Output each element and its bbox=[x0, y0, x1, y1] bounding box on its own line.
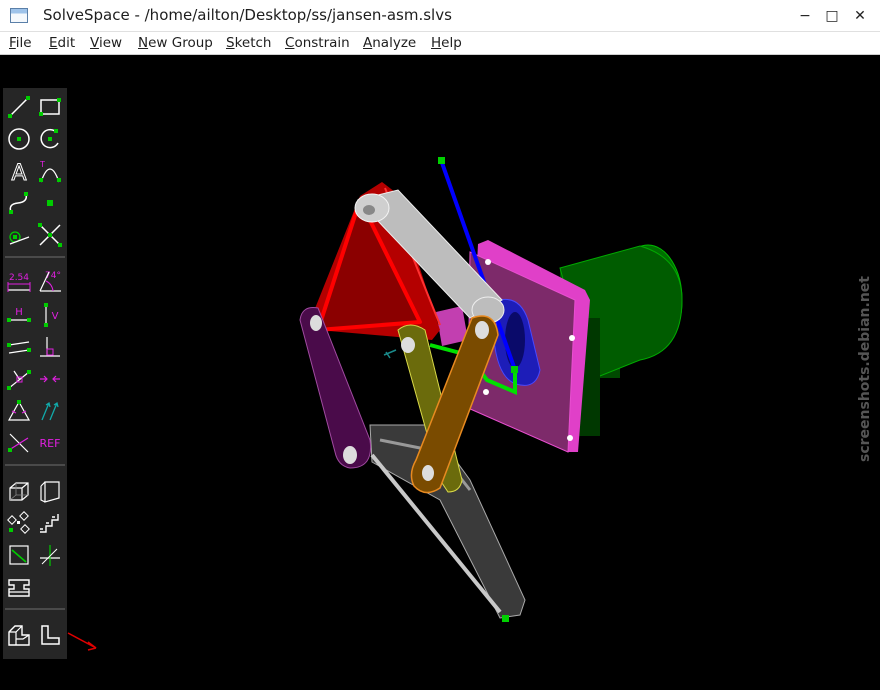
horizontal-icon: H bbox=[7, 307, 31, 322]
rectangle-icon bbox=[39, 98, 61, 116]
svg-text:V: V bbox=[52, 311, 59, 322]
axis-rotate-tool[interactable] bbox=[37, 542, 63, 568]
tool-palette: A T 2.54 74° H V REF bbox=[3, 88, 67, 659]
menu-sketch[interactable]: Sketch bbox=[226, 35, 272, 51]
step-rotating-tool[interactable] bbox=[6, 510, 32, 536]
graphics-viewport[interactable] bbox=[1, 56, 879, 690]
perpendicular-icon bbox=[40, 337, 60, 357]
toolbar-separator bbox=[5, 464, 65, 466]
svg-text:H: H bbox=[15, 307, 23, 318]
menu-bar: File Edit View New Group Sketch Constrai… bbox=[0, 32, 880, 55]
arc-tool[interactable] bbox=[37, 126, 63, 152]
parallel-constraint-tool[interactable] bbox=[6, 334, 32, 360]
menu-new-group[interactable]: New Group bbox=[138, 35, 213, 51]
arc-icon bbox=[40, 128, 59, 149]
link-assembly-tool[interactable] bbox=[6, 574, 32, 600]
line-segment-tool[interactable] bbox=[6, 94, 32, 120]
sketch-profile-tool[interactable] bbox=[37, 622, 63, 648]
axis-indicator-arrow bbox=[67, 632, 97, 651]
axis-icon bbox=[40, 545, 60, 566]
maximize-button[interactable]: □ bbox=[822, 6, 842, 26]
crank-point bbox=[511, 366, 518, 373]
sketch-3d-tool[interactable] bbox=[6, 478, 32, 504]
watermark: screenshots.debian.net bbox=[854, 230, 880, 470]
title-bar: SolveSpace - /home/ailton/Desktop/ss/jan… bbox=[0, 0, 880, 32]
horizontal-constraint-tool[interactable]: H bbox=[6, 302, 32, 328]
svg-text:screenshots.debian.net: screenshots.debian.net bbox=[857, 276, 873, 462]
split-curves-tool[interactable] bbox=[37, 222, 63, 248]
point-icon bbox=[47, 200, 53, 206]
dimension-icon: 2.54 bbox=[7, 273, 31, 292]
extrude-icon bbox=[8, 625, 30, 646]
rectangle-tool[interactable] bbox=[37, 94, 63, 120]
text-curve-tool[interactable]: T bbox=[37, 158, 63, 184]
step-translating-tool[interactable] bbox=[37, 510, 63, 536]
svg-text:2.54: 2.54 bbox=[9, 273, 29, 283]
cube-icon bbox=[9, 482, 29, 501]
on-point-constraint-tool[interactable] bbox=[6, 366, 32, 392]
window-title: SolveSpace - /home/ailton/Desktop/ss/jan… bbox=[43, 6, 452, 24]
reference-toggle-tool[interactable]: REF bbox=[37, 430, 63, 456]
circle-icon bbox=[8, 128, 30, 150]
text-icon: A bbox=[11, 161, 27, 185]
text-curve-icon: T bbox=[39, 160, 61, 183]
menu-edit[interactable]: Edit bbox=[49, 35, 75, 51]
parallel-tangent-tool[interactable] bbox=[37, 398, 63, 424]
vertical-constraint-tool[interactable]: V bbox=[37, 302, 63, 328]
point-tool[interactable] bbox=[37, 190, 63, 216]
other-angle-tool[interactable] bbox=[6, 430, 32, 456]
spline-icon bbox=[9, 192, 28, 214]
extrude-tool[interactable] bbox=[6, 622, 32, 648]
trace-mark bbox=[383, 349, 397, 359]
menu-file[interactable]: File bbox=[9, 35, 32, 51]
close-button[interactable]: ✕ bbox=[850, 6, 870, 26]
minimize-button[interactable]: − bbox=[795, 6, 815, 26]
menu-view[interactable]: View bbox=[90, 35, 122, 51]
axis-endpoint bbox=[438, 157, 445, 164]
step-rotate-icon bbox=[7, 511, 30, 534]
angle-dimension-tool[interactable]: 74° bbox=[37, 268, 63, 294]
assembly-icon bbox=[8, 579, 30, 597]
line-icon bbox=[8, 96, 30, 118]
sketch-in-workplane-tool[interactable] bbox=[37, 478, 63, 504]
svg-text:A: A bbox=[11, 161, 26, 184]
model-canvas[interactable] bbox=[1, 56, 879, 690]
construction-icon bbox=[9, 231, 30, 245]
vertical-icon: V bbox=[44, 303, 59, 327]
symmetric-constraint-tool[interactable] bbox=[37, 366, 63, 392]
reference-icon: REF bbox=[40, 437, 61, 450]
app-icon bbox=[10, 8, 28, 23]
svg-text:REF: REF bbox=[40, 437, 61, 450]
parallel-icon bbox=[7, 341, 31, 354]
text-tool[interactable]: A bbox=[6, 158, 32, 185]
circle-tool[interactable] bbox=[6, 126, 32, 152]
perpendicular-constraint-tool[interactable] bbox=[37, 334, 63, 360]
angle-icon: 74° bbox=[39, 271, 61, 292]
equal-length-constraint-tool[interactable] bbox=[6, 398, 32, 424]
tangent-arrows-icon bbox=[41, 401, 59, 421]
menu-help[interactable]: Help bbox=[431, 35, 462, 51]
symmetric-icon bbox=[40, 375, 60, 383]
split-icon bbox=[38, 223, 62, 247]
triangle-equal-icon bbox=[7, 400, 31, 421]
toolbar-separator bbox=[5, 256, 65, 258]
section-view-tool[interactable] bbox=[6, 542, 32, 568]
spline-tool[interactable] bbox=[6, 190, 32, 216]
construction-toggle-tool[interactable] bbox=[6, 222, 32, 248]
on-point-icon bbox=[7, 370, 31, 390]
svg-text:T: T bbox=[39, 160, 45, 169]
distance-dimension-tool[interactable]: 2.54 bbox=[6, 268, 32, 294]
foot-point bbox=[502, 615, 509, 622]
menu-constrain[interactable]: Constrain bbox=[285, 35, 350, 51]
workplane-icon bbox=[40, 481, 60, 503]
step-translate-icon bbox=[40, 514, 59, 533]
other-angle-icon bbox=[8, 433, 29, 453]
section-icon bbox=[9, 545, 29, 565]
profile-icon bbox=[41, 625, 60, 645]
menu-analyze[interactable]: Analyze bbox=[363, 35, 416, 51]
toolbar-separator bbox=[5, 608, 65, 610]
